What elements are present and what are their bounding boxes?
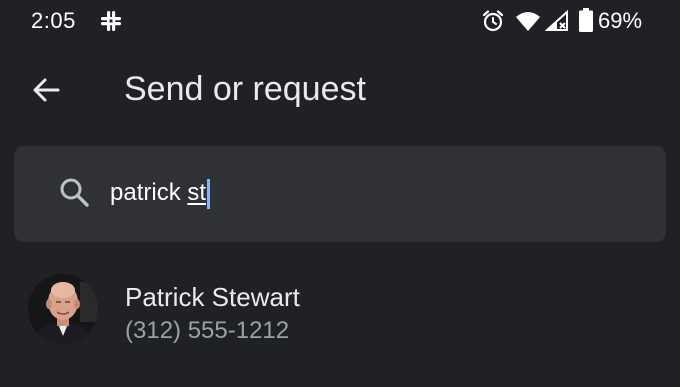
arrow-back-icon: [33, 78, 60, 102]
contact-name: Patrick Stewart: [125, 282, 300, 312]
contact-result-row[interactable]: Patrick Stewart (312) 555-1212: [0, 262, 680, 362]
text-cursor: [207, 178, 211, 209]
alarm-icon: [482, 10, 504, 32]
search-input[interactable]: patrick st: [110, 176, 211, 210]
contact-photo: [28, 274, 98, 344]
send-or-request-screen: 2:05 69% Send or request patrick st Patr…: [0, 0, 680, 387]
cellular-signal-icon: [545, 10, 568, 31]
page-title: Send or request: [124, 70, 366, 108]
search-field[interactable]: patrick st: [14, 146, 666, 242]
status-bar: 2:05 69%: [0, 0, 680, 44]
back-button[interactable]: [26, 70, 66, 110]
status-time: 2:05: [31, 8, 76, 33]
battery-icon: [579, 8, 593, 32]
search-icon: [60, 178, 89, 207]
wifi-icon: [516, 12, 540, 31]
slack-icon: [101, 11, 121, 31]
avatar: [28, 274, 98, 344]
search-input-composing-text: st: [187, 179, 207, 206]
battery-percentage: 69%: [598, 8, 643, 33]
search-input-text: patrick: [110, 179, 188, 206]
contact-phone: (312) 555-1212: [125, 317, 290, 344]
